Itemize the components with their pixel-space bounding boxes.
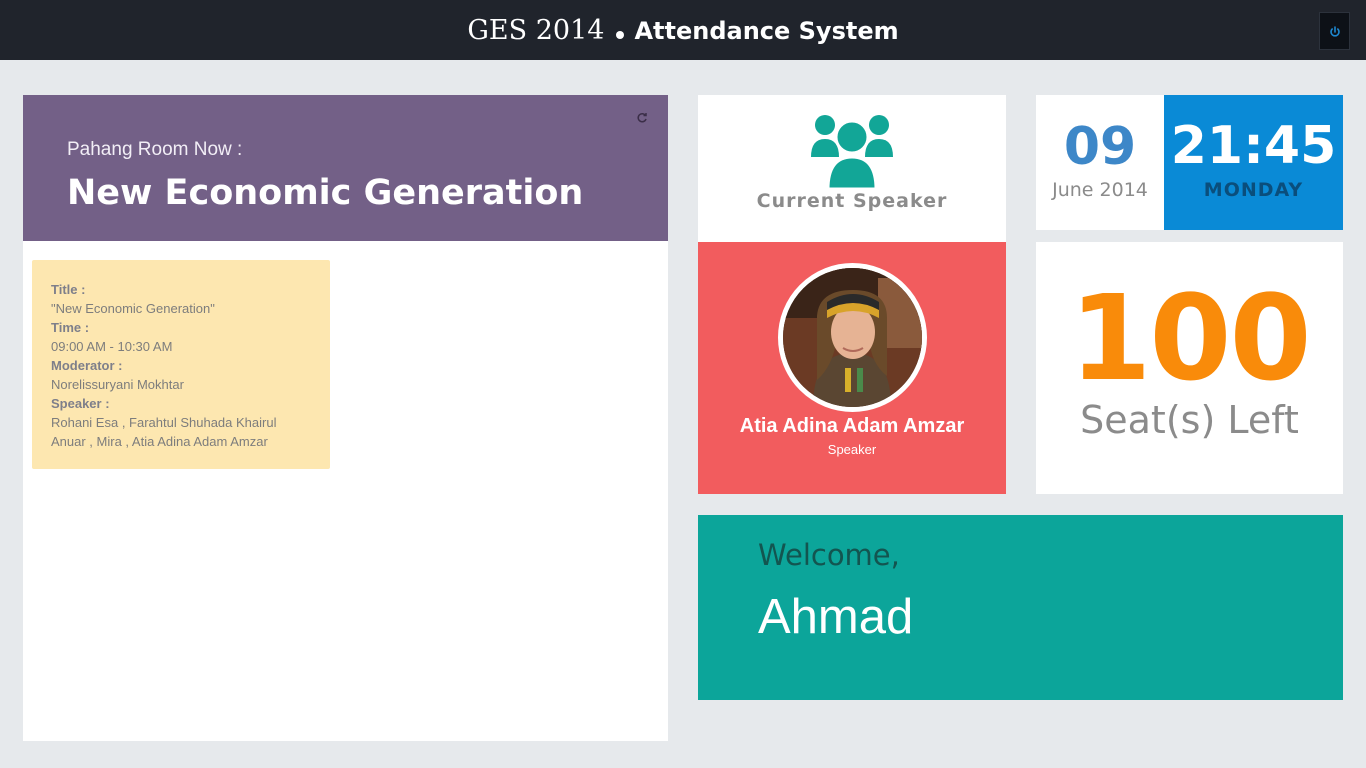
power-button[interactable] [1319,12,1350,50]
welcome-user-name: Ahmad [758,590,914,644]
session-info-card: Title : "New Economic Generation" Time :… [32,260,330,469]
session-speaker-value: Rohani Esa , Farahtul Shuhada Khairul An… [51,415,277,449]
month-year: June 2014 [1052,179,1148,201]
app-title-event: GES 2014 [467,15,605,46]
clock-time: 21:45 [1170,116,1337,176]
top-bar: GES 2014 Attendance System [0,0,1366,60]
current-speaker-label: Current Speaker [756,190,948,212]
session-title-value: "New Economic Generation" [51,301,215,316]
weekday: MONDAY [1203,179,1304,201]
session-speaker-key: Speaker : [51,396,110,411]
speaker-role: Speaker [827,442,877,457]
welcome-tile: Welcome, Ahmad [698,515,1343,700]
power-icon [1330,26,1340,37]
app-title-system: Attendance System [634,17,899,45]
seats-left-count: 100 [1069,269,1311,407]
seats-tile: 100 Seat(s) Left [1036,242,1343,494]
day-number: 09 [1063,117,1137,177]
refresh-icon[interactable] [635,111,649,125]
speaker-name: Atia Adina Adam Amzar [739,415,965,437]
session-time-key: Time : [51,320,90,335]
session-moderator-key: Moderator : [51,358,123,373]
room-session-title: New Economic Generation [67,173,584,213]
welcome-label: Welcome, [758,538,900,572]
speaker-profile-tile: Atia Adina Adam Amzar Speaker [698,242,1006,494]
date-tile: 09 June 2014 [1036,95,1164,230]
title-separator-dot [616,30,625,39]
users-icon [811,115,893,189]
current-speaker-tile: Current Speaker [698,95,1006,242]
app-title: GES 2014 Attendance System [0,0,1366,60]
seats-left-label: Seat(s) Left [1080,398,1299,442]
session-title-key: Title : [51,282,86,297]
time-tile: 21:45 MONDAY [1164,95,1343,230]
session-moderator-value: Norelissuryani Mokhtar [51,377,184,392]
room-label: Pahang Room Now : [67,139,243,160]
room-header: Pahang Room Now : New Economic Generatio… [23,95,668,241]
speaker-avatar [778,263,927,412]
session-time-value: 09:00 AM - 10:30 AM [51,339,173,354]
room-body: Title : "New Economic Generation" Time :… [23,241,668,741]
